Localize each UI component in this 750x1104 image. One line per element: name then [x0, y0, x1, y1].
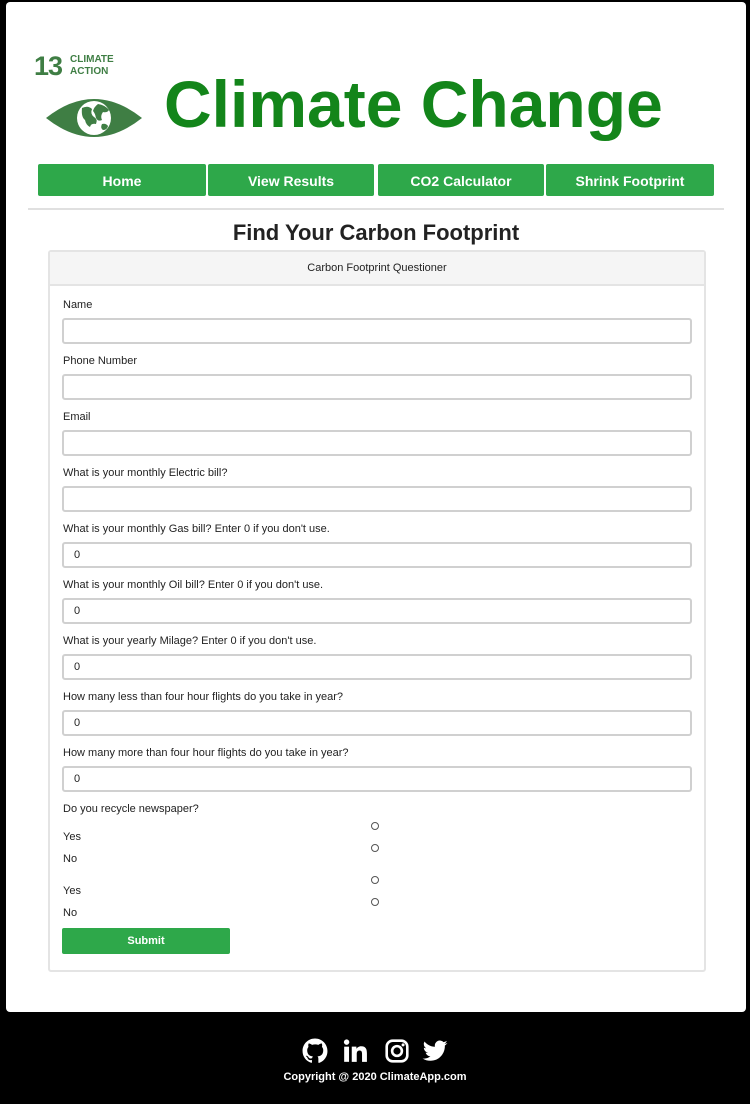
gas-bill-label: What is your monthly Gas bill? Enter 0 i…: [63, 523, 330, 535]
email-label: Email: [63, 411, 91, 423]
nav-view-results-button[interactable]: View Results: [208, 164, 374, 196]
name-input[interactable]: [62, 318, 692, 344]
logo-caption: CLIMATE ACTION: [70, 54, 114, 77]
gas-bill-input[interactable]: 0: [62, 542, 692, 568]
recycle-newspaper-label: Do you recycle newspaper?: [63, 803, 199, 815]
site-title: Climate Change: [164, 67, 663, 141]
radio-label-yes: Yes: [63, 831, 81, 843]
email-input[interactable]: [62, 430, 692, 456]
logo-number: 13: [34, 51, 63, 81]
page-container: 13 CLIMATE ACTION Climate Change Home Vi…: [6, 2, 746, 1012]
phone-input[interactable]: [62, 374, 692, 400]
name-label: Name: [63, 299, 93, 311]
short-flights-label: How many less than four hour flights do …: [63, 691, 344, 703]
radio-label-yes: Yes: [63, 885, 81, 897]
long-flights-input[interactable]: 0: [62, 766, 692, 792]
linkedin-icon[interactable]: [342, 1038, 368, 1064]
instagram-icon[interactable]: [384, 1038, 410, 1064]
footer: Copyright @ 2020 ClimateApp.com: [0, 1012, 750, 1104]
social-links: [302, 1038, 452, 1066]
long-flights-label: How many more than four hour flights do …: [63, 747, 349, 759]
copyright-text: Copyright @ 2020 ClimateApp.com: [283, 1071, 467, 1083]
header-divider: [28, 208, 724, 210]
nav-shrink-footprint-button[interactable]: Shrink Footprint: [546, 164, 714, 196]
form-title: Find Your Carbon Footprint: [232, 220, 520, 245]
short-flights-input[interactable]: 0: [62, 710, 692, 736]
questionnaire-card: Carbon Footprint Questioner Name Phone N…: [48, 250, 706, 972]
milage-label: What is your yearly Milage? Enter 0 if y…: [63, 635, 317, 647]
eye-globe-icon: [46, 99, 142, 137]
header: 13 CLIMATE ACTION Climate Change: [6, 2, 746, 152]
main-nav: Home View Results CO2 Calculator Shrink …: [38, 164, 714, 196]
card-header: Carbon Footprint Questioner: [50, 252, 704, 286]
radio-label-no: No: [63, 907, 78, 919]
climate-action-logo[interactable]: 13 CLIMATE ACTION: [34, 52, 154, 148]
radio-recycle-no[interactable]: [371, 844, 379, 852]
radio-label-no: No: [63, 853, 78, 865]
radio-recycle-yes[interactable]: [371, 822, 379, 830]
nav-home-button[interactable]: Home: [38, 164, 206, 196]
radio-second-no[interactable]: [371, 898, 379, 906]
oil-bill-label: What is your monthly Oil bill? Enter 0 i…: [63, 579, 324, 591]
electric-bill-label: What is your monthly Electric bill?: [63, 467, 228, 479]
electric-bill-input[interactable]: [62, 486, 692, 512]
submit-button[interactable]: Submit: [62, 928, 230, 954]
phone-label: Phone Number: [63, 355, 137, 367]
radio-second-yes[interactable]: [371, 876, 379, 884]
twitter-icon[interactable]: [422, 1038, 448, 1064]
oil-bill-input[interactable]: 0: [62, 598, 692, 624]
github-icon[interactable]: [302, 1038, 328, 1064]
nav-co2-calculator-button[interactable]: CO2 Calculator: [378, 164, 544, 196]
milage-input[interactable]: 0: [62, 654, 692, 680]
